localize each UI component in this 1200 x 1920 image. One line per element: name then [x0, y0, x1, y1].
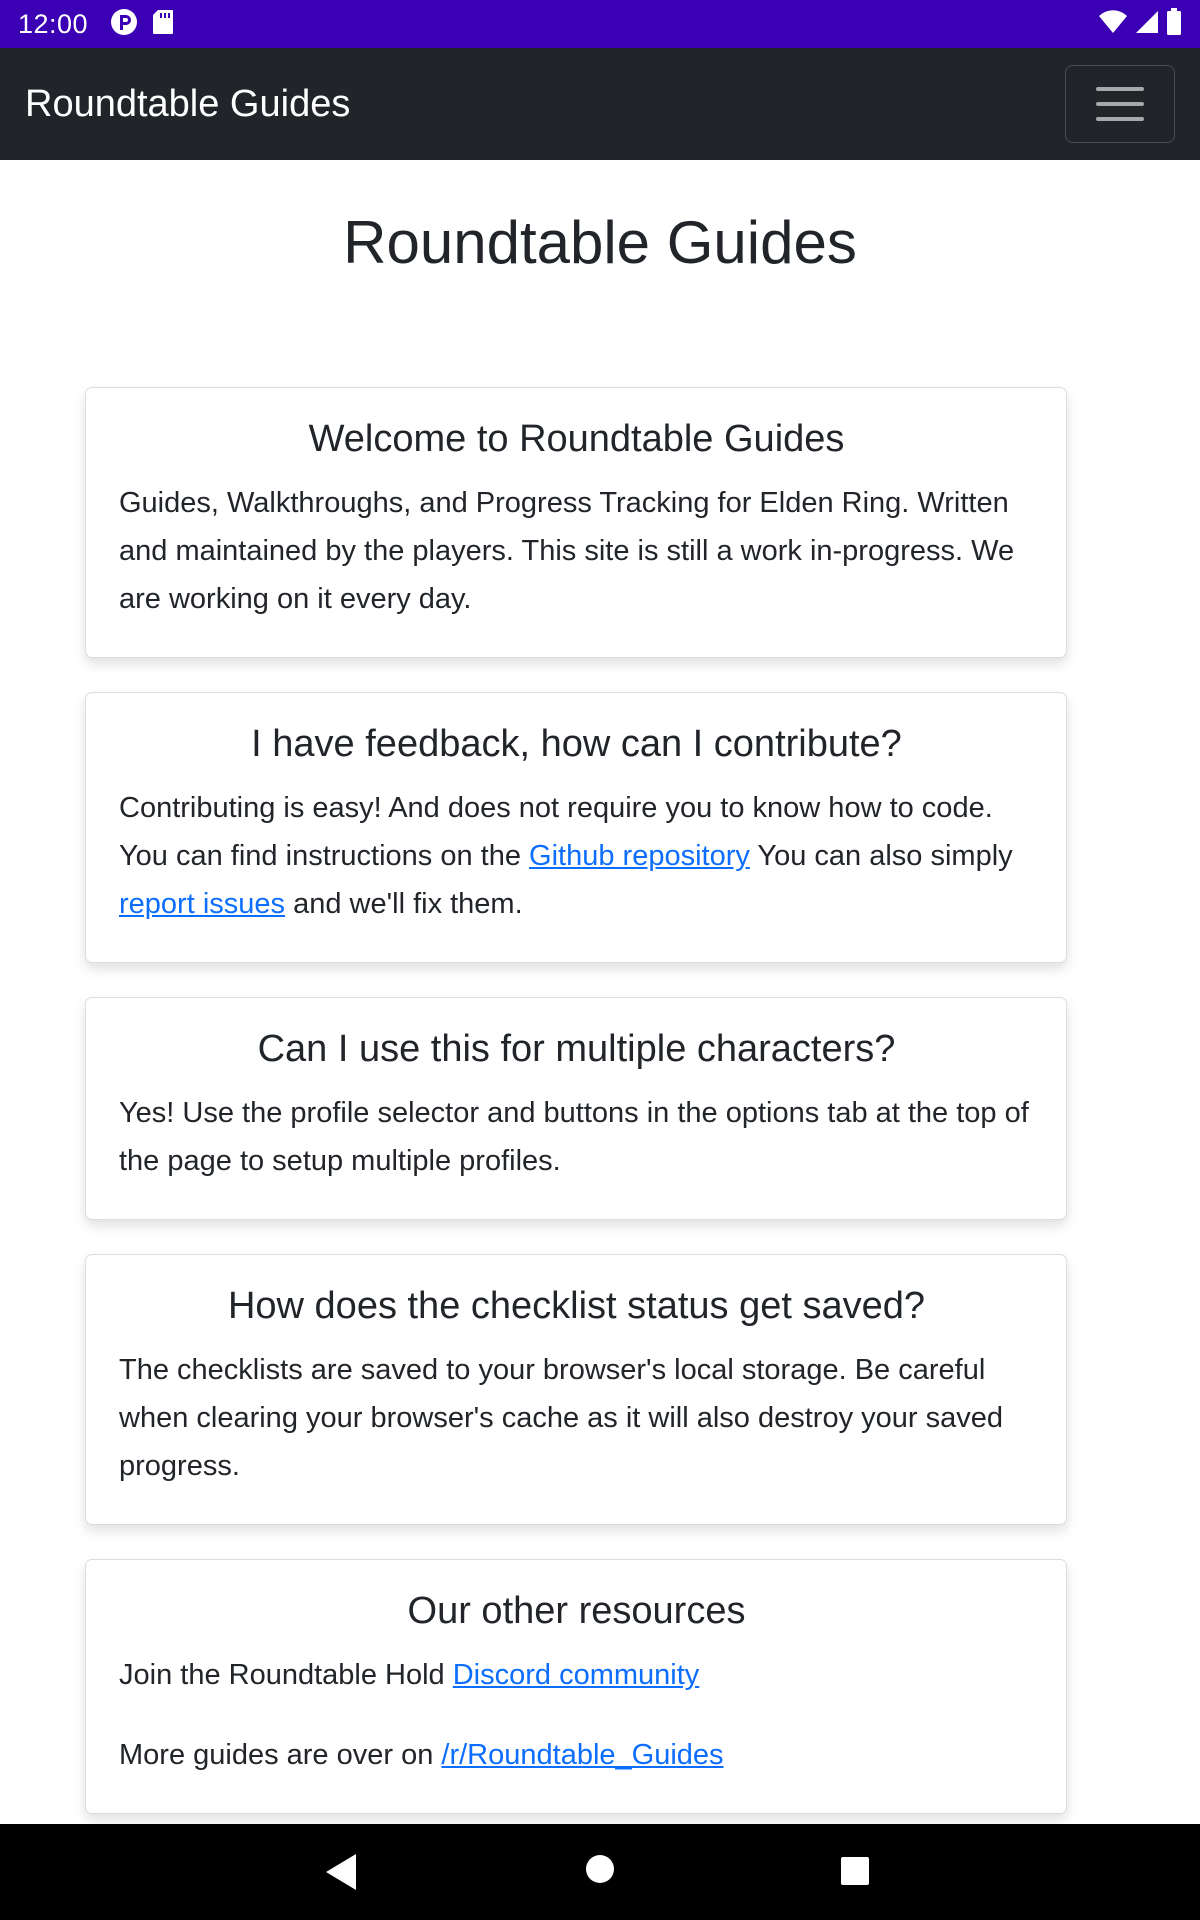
status-bar: 12:00	[0, 0, 1200, 48]
card-text-part: Join the Roundtable Hold	[119, 1659, 453, 1691]
card-title: How does the checklist status get saved?	[227, 1285, 926, 1327]
sd-card-icon	[152, 9, 174, 40]
github-repository-link[interactable]: Github repository	[529, 840, 750, 872]
card-text: The checklists are saved to your browser…	[119, 1354, 1003, 1482]
card-text-part: You can also simply	[749, 840, 1013, 872]
card-text-part: More guides are over on	[119, 1739, 442, 1771]
hamburger-menu-icon	[1096, 87, 1144, 91]
report-issues-link[interactable]: report issues	[119, 888, 285, 920]
card-title: I have feedback, how can I contribute?	[251, 723, 902, 765]
back-icon[interactable]	[322, 1852, 360, 1892]
wifi-icon	[1098, 9, 1128, 40]
system-navigation-bar	[0, 1824, 1200, 1920]
card-title: Our other resources	[407, 1590, 746, 1632]
card-title: Welcome to Roundtable Guides	[308, 418, 845, 460]
navbar-brand[interactable]: Roundtable Guides	[25, 83, 350, 126]
status-left-icons	[110, 8, 174, 41]
card-text-part: and we'll fix them.	[285, 888, 523, 920]
recents-icon[interactable]	[840, 1856, 870, 1886]
card-checklist-saved: How does the checklist status get saved?…	[85, 1254, 1067, 1525]
card-other-resources: Our other resources Join the Roundtable …	[85, 1559, 1067, 1814]
navbar: Roundtable Guides	[0, 48, 1200, 160]
home-icon[interactable]	[585, 1854, 615, 1884]
notification-p-icon	[110, 8, 138, 41]
card-feedback: I have feedback, how can I contribute? C…	[85, 692, 1067, 963]
card-text: Contributing is easy! And does not requi…	[119, 784, 1034, 928]
card-text: Guides, Walkthroughs, and Progress Track…	[119, 487, 1015, 615]
hamburger-menu-icon	[1096, 102, 1144, 106]
signal-icon	[1134, 9, 1160, 40]
card-text: More guides are over on /r/Roundtable_Gu…	[119, 1731, 1034, 1779]
subreddit-link[interactable]: /r/Roundtable_Guides	[441, 1739, 723, 1771]
card-welcome: Welcome to Roundtable Guides Guides, Wal…	[85, 387, 1067, 658]
discord-community-link[interactable]: Discord community	[453, 1659, 700, 1691]
status-time: 12:00	[18, 8, 89, 39]
hamburger-menu-icon	[1096, 117, 1144, 121]
page-content: Roundtable Guides Welcome to Roundtable …	[0, 160, 1200, 1824]
card-title: Can I use this for multiple characters?	[257, 1028, 896, 1070]
navbar-toggler-button[interactable]	[1065, 65, 1175, 143]
card-text: Join the Roundtable Hold Discord communi…	[119, 1651, 1034, 1699]
card-text: Yes! Use the profile selector and button…	[119, 1097, 1029, 1177]
card-multiple-characters: Can I use this for multiple characters? …	[85, 997, 1067, 1220]
cards-container: Welcome to Roundtable Guides Guides, Wal…	[85, 387, 1067, 1824]
battery-icon	[1166, 7, 1182, 41]
status-right-icons	[1098, 7, 1182, 41]
page-title: Roundtable Guides	[343, 209, 857, 276]
